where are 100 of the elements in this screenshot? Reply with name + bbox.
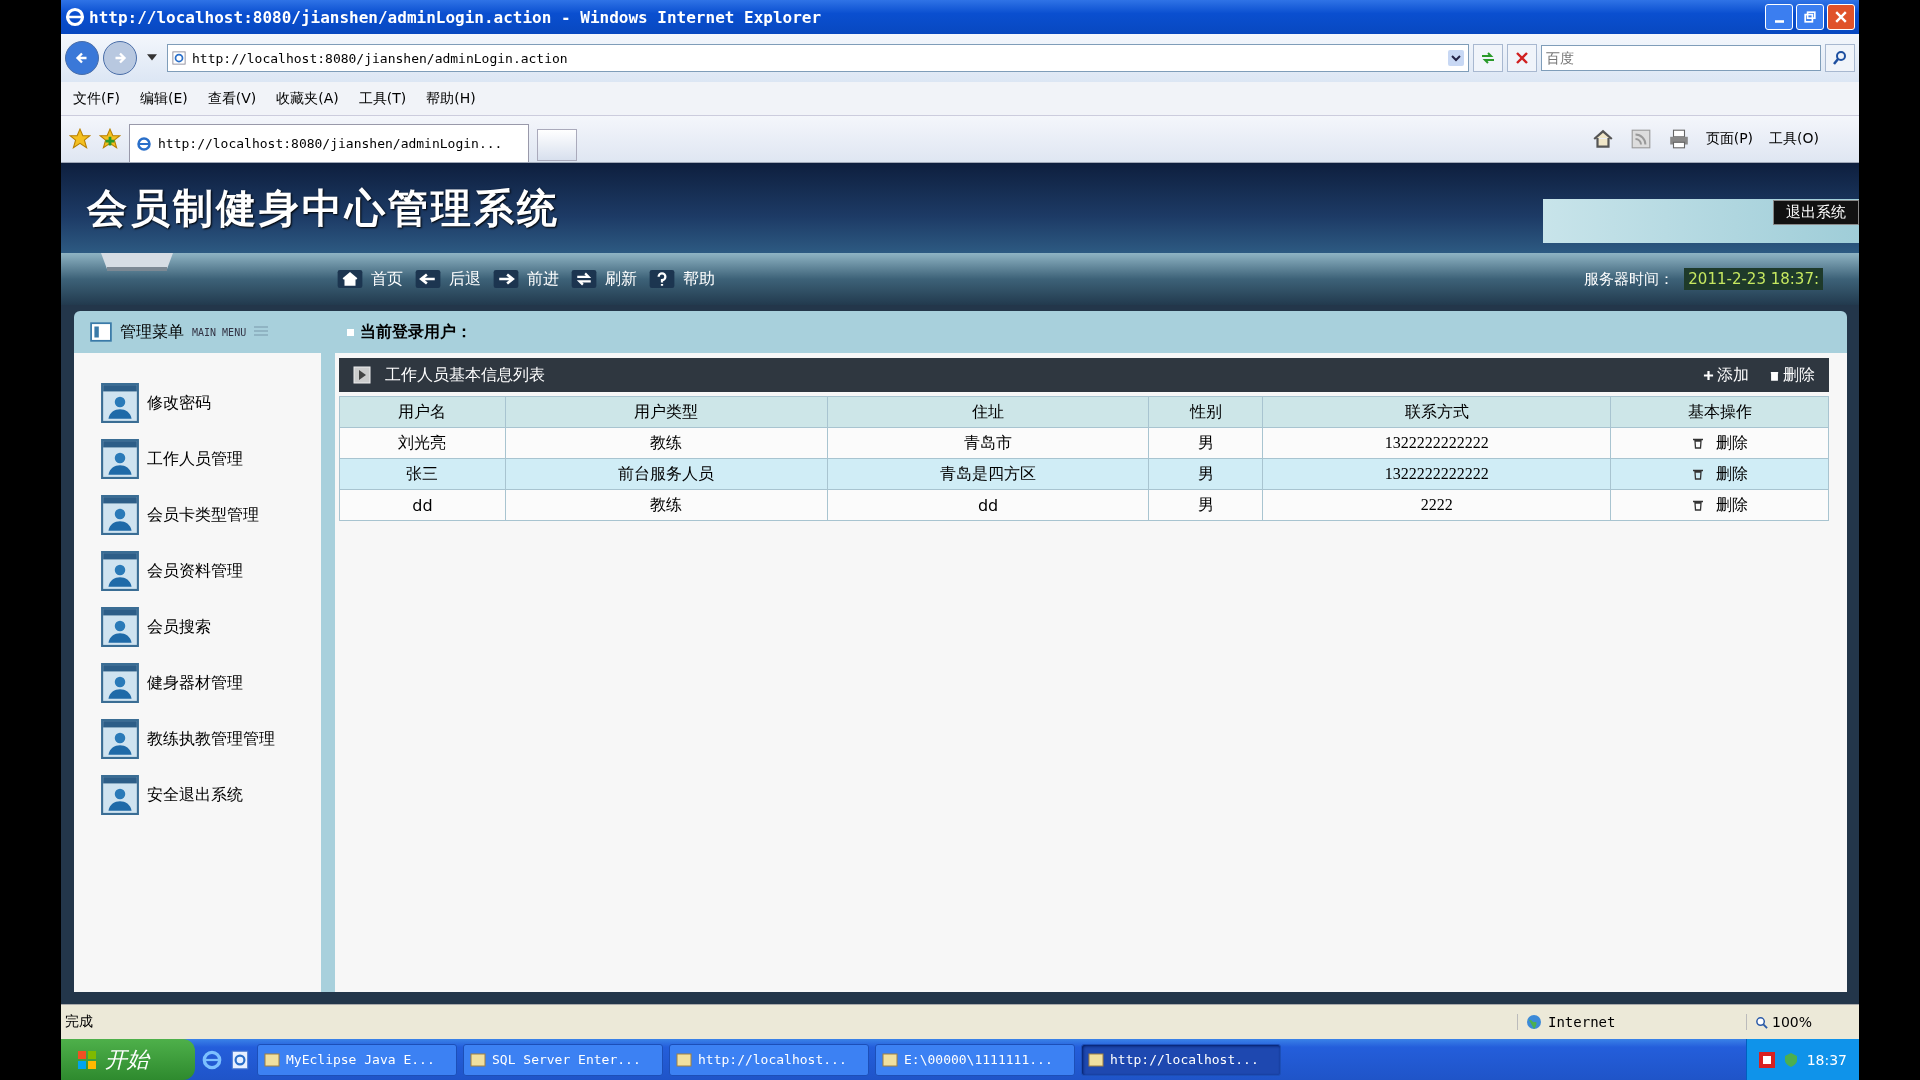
table-cell: dd [339,489,506,521]
taskbar-button[interactable]: E:\00000\1111111... [875,1043,1075,1076]
site-title: 会员制健身中心管理系统 [85,183,560,233]
browser-icon [65,7,85,27]
forward-button[interactable] [103,41,137,75]
sidebar-item[interactable]: 教练执教管理管理 [101,719,321,759]
restore-button[interactable] [1796,4,1824,30]
sidebar-item[interactable]: 健身器材管理 [101,663,321,703]
stop-icon[interactable] [1507,44,1537,72]
delete-link[interactable]: 删除 [1691,494,1748,516]
zoom-level[interactable]: 100% [1746,1014,1855,1030]
trash-icon [1691,499,1704,511]
menu-item[interactable]: 查看(V) [207,89,257,108]
user-window-icon [101,775,139,815]
document-icon[interactable] [229,1048,251,1071]
windows-logo [77,1049,97,1070]
new-tab-button[interactable] [537,129,577,161]
logout-button[interactable]: 退出系统 [1773,199,1859,225]
window-icon [676,1051,692,1068]
minimize-button[interactable] [1765,4,1793,30]
table-cell: 青岛市 [827,427,1149,459]
star-icon[interactable] [69,128,91,150]
search-field[interactable]: 百度 [1541,45,1821,71]
trash-icon [1769,369,1780,381]
sidebar-item[interactable]: 会员资料管理 [101,551,321,591]
sidebar-item[interactable]: 工作人员管理 [101,439,321,479]
sidebar-title: 管理菜单 [120,321,184,343]
menu-panel-icon [90,322,112,342]
user-window-icon [101,439,139,479]
column-header: 用户类型 [505,396,828,428]
status-text: 完成 [65,1013,93,1031]
nav-link[interactable]: 帮助 [649,268,715,290]
taskbar-button[interactable]: http://localhost... [1081,1043,1281,1076]
sidebar-item[interactable]: 会员卡类型管理 [101,495,321,535]
window-icon [1088,1051,1104,1068]
sidebar-item[interactable]: 修改密码 [101,383,321,423]
menu-item[interactable]: 收藏夹(A) [276,89,339,108]
caret-icon[interactable] [147,54,157,62]
panel-title: 工作人员基本信息列表 [385,364,545,386]
nav-link[interactable]: 前进 [493,268,559,290]
nav-link[interactable]: 后退 [415,268,481,290]
dropdown-icon[interactable] [1448,50,1464,66]
delete-link[interactable]: 删除 [1691,463,1748,485]
nav-link[interactable]: 首页 [337,268,403,290]
menu-item[interactable]: 帮助(H) [426,89,476,108]
taskbar-button[interactable]: SQL Server Enter... [463,1043,663,1076]
delete-link[interactable]: 删除 [1691,432,1748,454]
column-header: 联系方式 [1262,396,1611,428]
bullet-icon [347,328,354,336]
user-window-icon [101,719,139,759]
home-icon[interactable] [1591,128,1614,150]
command-button[interactable]: 工具(O) [1769,130,1819,148]
menu-item[interactable]: 文件(F) [73,89,120,108]
address-field[interactable]: http://localhost:8080/jianshen/adminLogin.action [167,44,1469,72]
sidebar-subtitle: MAIN MENU [192,326,247,338]
sidebar-item[interactable]: 安全退出系统 [101,775,321,815]
printer-icon[interactable] [1667,128,1690,150]
menu-item[interactable]: 编辑(E) [140,89,188,108]
window-icon [882,1051,898,1068]
plus-icon [1703,369,1714,381]
table-cell: 2222 [1262,489,1611,521]
close-button[interactable] [1827,4,1855,30]
security-zone: Internet [1517,1014,1746,1030]
page-icon [172,51,186,65]
home-icon [337,270,363,288]
browser-icon[interactable] [201,1048,223,1071]
server-time: 2011-2-23 18:37: [1684,268,1823,290]
sidebar-item[interactable]: 会员搜索 [101,607,321,647]
taskbar-button[interactable]: MyEclipse Java E... [257,1043,457,1076]
app-icon[interactable] [1758,1051,1775,1068]
toolbar-action[interactable]: 删除 [1769,364,1815,386]
current-user-label: 当前登录用户： [360,321,472,343]
add-favorite-icon[interactable] [99,128,121,150]
toolbar-action[interactable]: 添加 [1703,364,1749,386]
table-cell: 刘光亮 [339,427,506,459]
back-button[interactable] [65,41,99,75]
back-icon [415,270,441,288]
table-cell: 教练 [505,489,828,521]
window-icon [470,1051,486,1068]
menu-item[interactable]: 工具(T) [358,89,407,108]
feed-icon[interactable] [1629,128,1652,150]
nav-link[interactable]: 刷新 [571,268,637,290]
table-cell: 1322222222222 [1262,427,1611,459]
restore-icon [1804,11,1816,23]
refresh-icon[interactable] [1473,44,1503,72]
command-button[interactable]: 页面(P) [1705,130,1754,148]
window-title: http://localhost:8080/jianshen/adminLogin.action - Windows Internet Explorer [89,7,822,27]
forward-icon [493,270,519,288]
server-time-label: 服务器时间： [1584,269,1675,289]
table-cell: 男 [1149,458,1263,490]
search-icon[interactable] [1825,44,1855,72]
help-icon [649,270,675,288]
browser-tab[interactable]: http://localhost:8080/jianshen/adminLogin... [129,124,529,162]
user-window-icon [101,551,139,591]
user-window-icon [101,663,139,703]
magnifier-icon [1755,1015,1768,1029]
table-cell: 男 [1149,427,1263,459]
taskbar-button[interactable]: http://localhost... [669,1043,869,1076]
minimize-icon [1774,19,1784,23]
refresh-icon [571,270,597,288]
